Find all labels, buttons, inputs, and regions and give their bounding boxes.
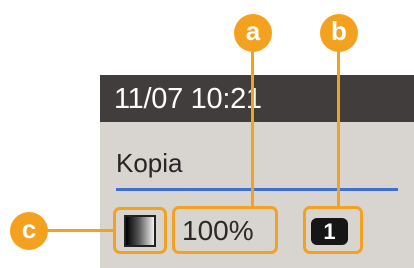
screen-title: Kopia (116, 148, 183, 178)
highlight-zoom (172, 206, 278, 254)
title-divider (116, 188, 398, 191)
copy-screen-diagram: 11/07 10:21 Kopia 100% 1 a b c (0, 0, 414, 268)
datetime-display: 11/07 10:21 (114, 83, 262, 115)
leader-line-a (251, 44, 254, 206)
callout-a: a (234, 14, 272, 52)
highlight-copies (303, 206, 363, 254)
leader-line-b (337, 44, 340, 206)
highlight-density (113, 207, 167, 254)
callout-c: c (10, 212, 48, 250)
callout-b: b (320, 14, 358, 52)
leader-line-c (46, 229, 113, 232)
status-bar: 11/07 10:21 (100, 75, 414, 122)
